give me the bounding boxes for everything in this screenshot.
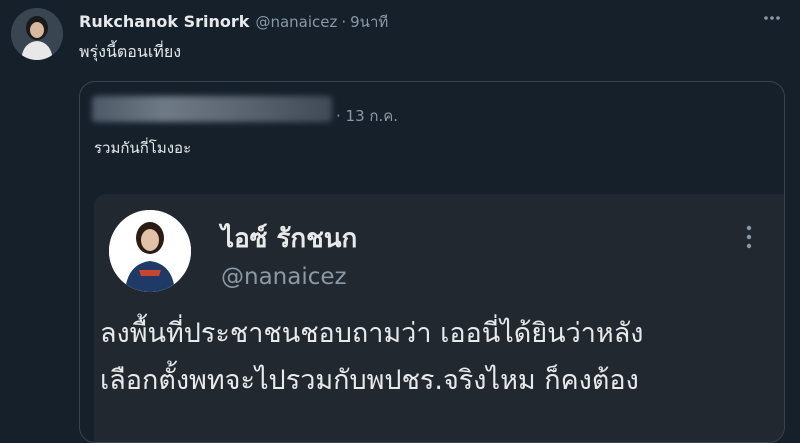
quoted-tweet-date[interactable]: · 13 ก.ค. — [336, 104, 398, 128]
screenshot-avatar — [109, 210, 191, 292]
quoted-tweet[interactable]: · 13 ก.ค. รวมกันกี่โมงอะ ไอซ์ รักชนก @na… — [79, 81, 785, 443]
author-handle[interactable]: @nanaicez — [255, 13, 337, 31]
quoted-tweet-text: รวมกันกี่โมงอะ — [94, 139, 192, 157]
author-avatar-image — [11, 8, 63, 60]
screenshot-author-handle: @nanaicez — [221, 264, 347, 290]
tweet-timestamp[interactable]: 9นาที — [350, 10, 388, 34]
blurred-quoted-author — [92, 96, 332, 122]
tweet-header: Rukchanok Srinork @nanaicez · 9นาที — [79, 10, 388, 34]
author-name[interactable]: Rukchanok Srinork — [79, 12, 249, 31]
author-avatar[interactable] — [11, 8, 63, 60]
tweet-text: พรุ่งนี้ตอนเที่ยง — [79, 42, 182, 61]
screenshot-body-text: ลงพื้นที่ประชาชนชอบถามว่า เออนี่ได้ยินว่… — [100, 310, 780, 404]
screenshot-body-line: เลือกตั้งพทจะไปรวมกับพปชร.จริงไหม ก็คงต้… — [100, 365, 639, 396]
header-separator: · — [341, 13, 347, 31]
more-vertical-icon — [734, 222, 764, 256]
quoted-tweet-image[interactable]: ไอซ์ รักชนก @nanaicez ลงพื้นที่ประชาชนชอ… — [94, 194, 784, 442]
more-horizontal-icon[interactable] — [760, 8, 784, 32]
screenshot-body-line: ลงพื้นที่ประชาชนชอบถามว่า เออนี่ได้ยินว่… — [100, 318, 644, 349]
screenshot-author-name: ไอซ์ รักชนก — [221, 224, 358, 254]
